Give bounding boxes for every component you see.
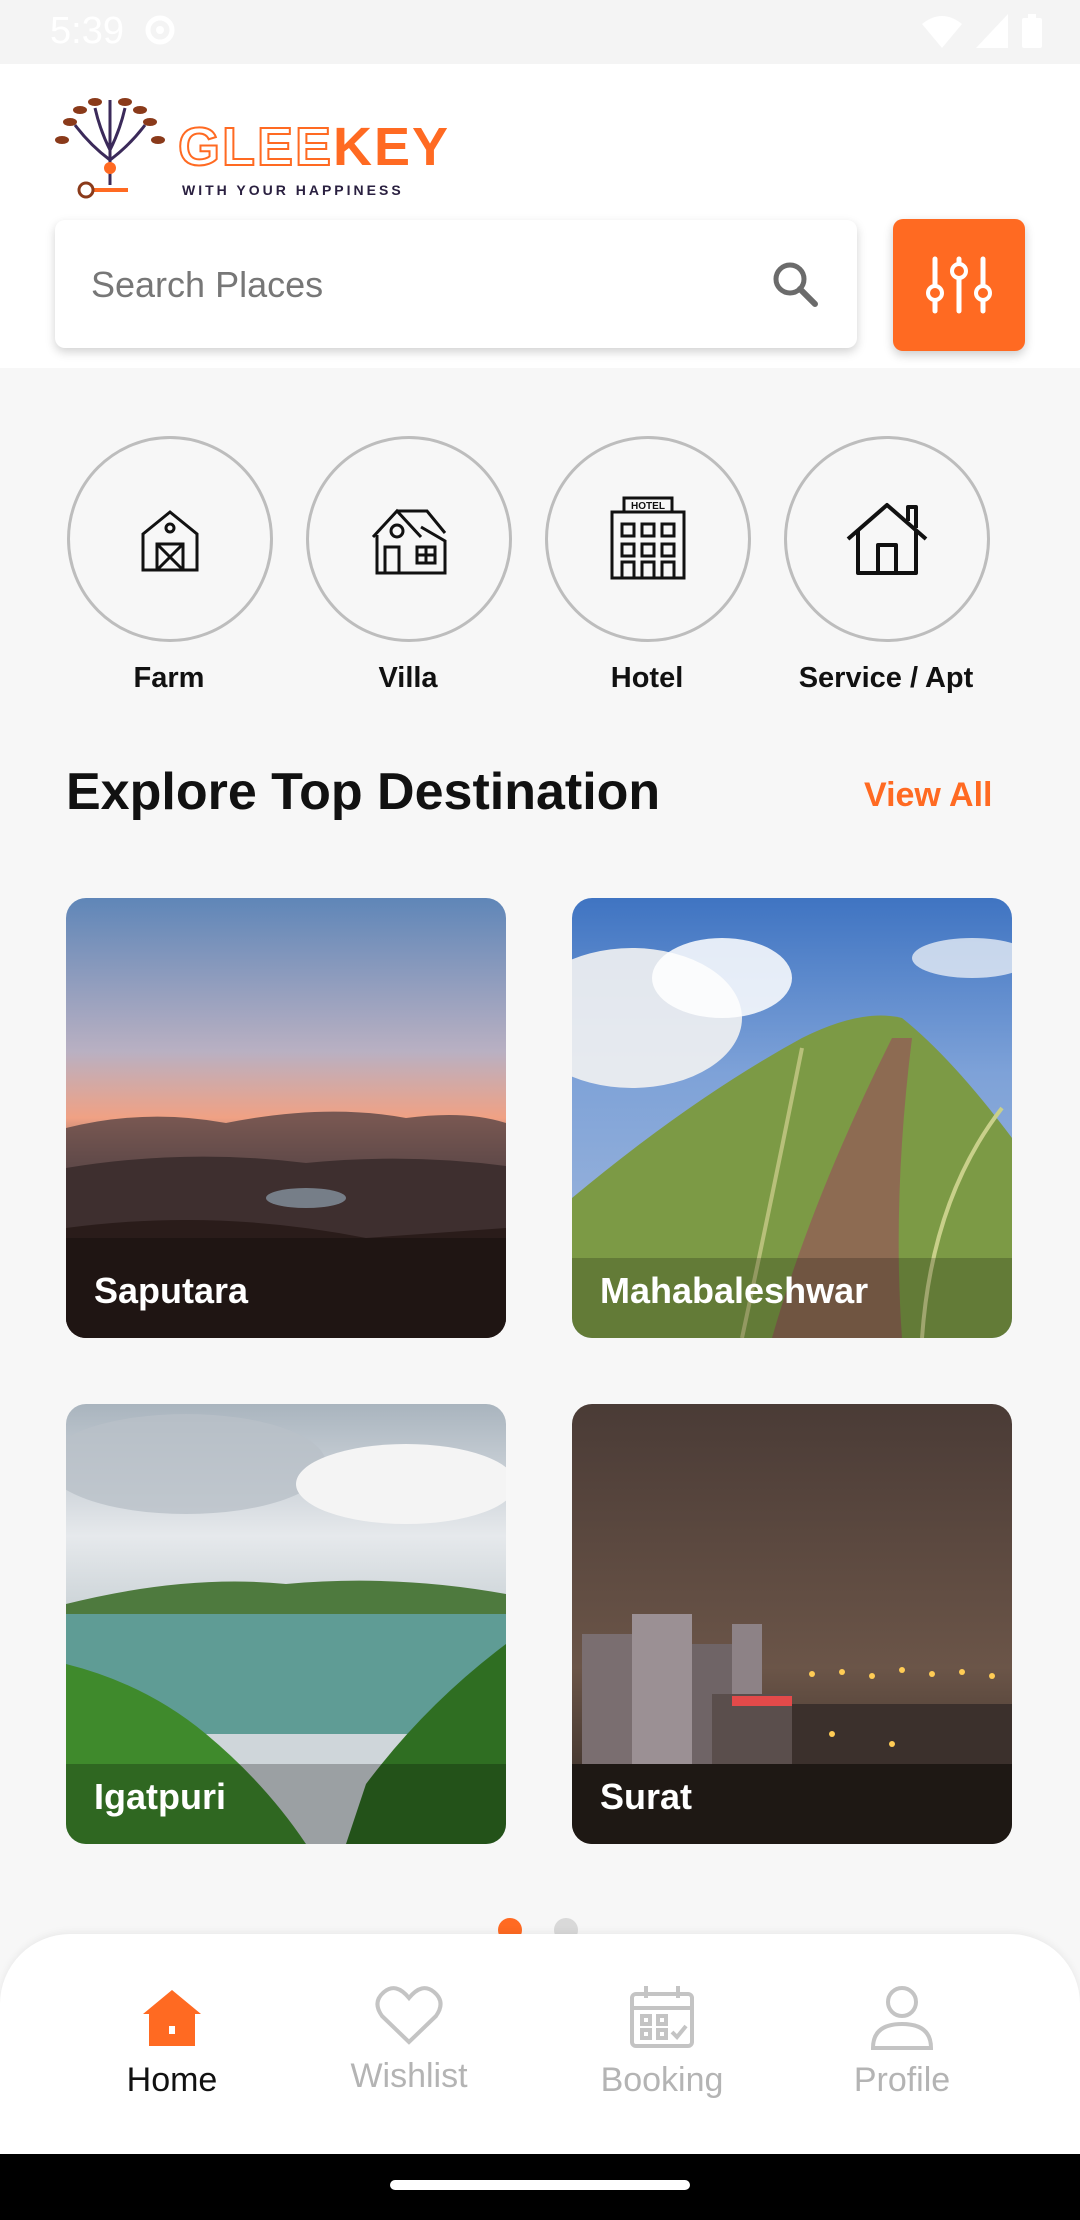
filter-button[interactable] [893, 219, 1025, 351]
user-icon [870, 1986, 934, 2050]
category-label: Farm [133, 662, 205, 694]
category-villa[interactable]: Villa [306, 436, 512, 695]
tree-logo-icon [55, 98, 165, 199]
hotel-badge-text: HOTEL [631, 501, 665, 512]
status-icons [922, 14, 1042, 48]
category-circle [67, 436, 273, 642]
destination-card-mahabaleshwar[interactable]: Mahabaleshwar [572, 898, 1012, 1338]
wifi-icon [922, 16, 962, 48]
category-circle: HOTEL [545, 436, 751, 642]
category-label: Hotel [610, 662, 684, 694]
calendar-icon [630, 1986, 694, 2048]
status-time: 5:39 [50, 10, 124, 52]
destination-name: Igatpuri [94, 1776, 226, 1817]
category-hotel[interactable]: HOTEL Hotel [545, 436, 751, 695]
nav-label: Wishlist [350, 2057, 468, 2095]
category-service-apt[interactable]: Service / Apt [784, 436, 990, 695]
brand-tagline: WITH YOUR HAPPINESS [182, 182, 404, 198]
hotel-icon: HOTEL [610, 496, 686, 580]
view-all-link[interactable]: View All [864, 776, 993, 815]
nav-profile[interactable]: Profile [802, 1984, 1002, 2100]
category-label: Villa [378, 662, 438, 694]
search-input[interactable]: Search Places [55, 220, 857, 348]
section-title: Explore Top Destination [66, 763, 661, 821]
header: GLEEKEY WITH YOUR HAPPINESS Search Place… [0, 64, 1080, 368]
nav-booking[interactable]: Booking [562, 1984, 762, 2100]
category-farm[interactable]: Farm [67, 436, 273, 695]
heart-icon [375, 1986, 443, 2045]
signal-icon [976, 14, 1008, 48]
gleekey-logo[interactable]: GLEEKEY WITH YOUR HAPPINESS [50, 90, 448, 200]
system-navigation-bar [0, 2154, 1080, 2220]
battery-icon [1022, 14, 1042, 48]
home-icon [143, 1990, 201, 2046]
search-placeholder: Search Places [91, 264, 324, 305]
category-label: Service / Apt [798, 662, 974, 694]
category-circle [784, 436, 990, 642]
destination-name: Saputara [94, 1270, 249, 1311]
home-gesture-handle[interactable] [390, 2180, 690, 2190]
status-bar: 5:39 [0, 0, 1080, 64]
category-circle [306, 436, 512, 642]
nav-label: Booking [600, 2061, 724, 2099]
nav-home[interactable]: Home [72, 1984, 272, 2100]
bottom-navigation: Home Wishlist Booking Profile [0, 1934, 1080, 2154]
search-icon[interactable] [769, 258, 821, 310]
brand-name: GLEEKEY [177, 116, 451, 178]
settings-status-icon [142, 12, 178, 53]
house-icon [846, 503, 928, 575]
sliders-icon [926, 256, 992, 314]
nav-label: Profile [853, 2061, 951, 2099]
destination-card-saputara[interactable]: Saputara [66, 898, 506, 1338]
destination-name: Mahabaleshwar [600, 1270, 869, 1311]
nav-wishlist[interactable]: Wishlist [309, 1984, 509, 2096]
barn-icon [141, 510, 199, 572]
destination-card-surat[interactable]: Surat [572, 1404, 1012, 1844]
destination-card-igatpuri[interactable]: Igatpuri [66, 1404, 506, 1844]
nav-label: Home [126, 2061, 218, 2099]
villa-icon [371, 508, 447, 575]
destination-name: Surat [600, 1776, 693, 1817]
